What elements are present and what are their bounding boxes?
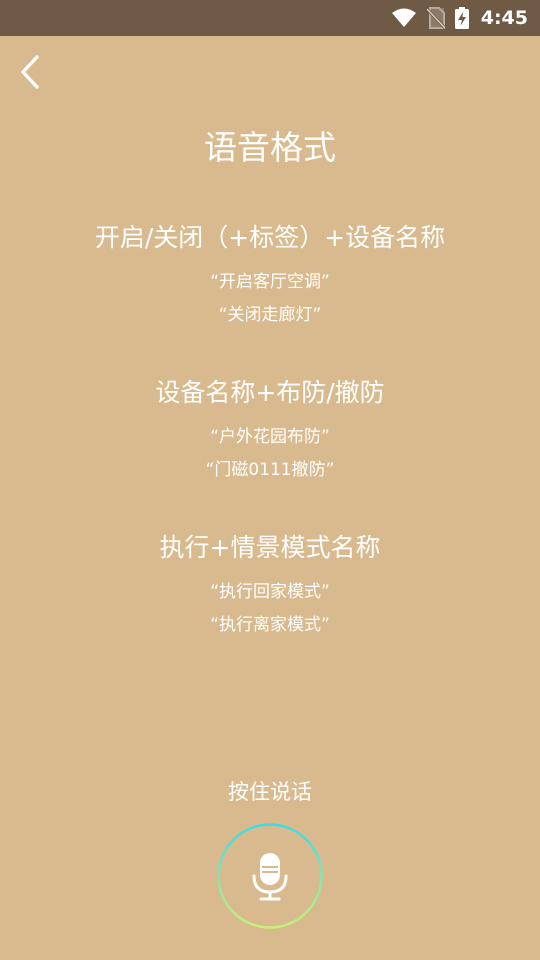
format-example: “执行离家模式”	[210, 615, 330, 635]
no-sim-icon	[426, 7, 445, 29]
status-time: 4:45	[480, 7, 528, 29]
status-bar: 4:45	[0, 0, 540, 36]
chevron-left-icon	[19, 54, 41, 94]
format-heading: 执行+情景模式名称	[159, 533, 381, 562]
back-button[interactable]	[10, 52, 50, 96]
battery-charging-icon	[454, 7, 469, 29]
format-section-scene: 执行+情景模式名称 “执行回家模式” “执行离家模式”	[0, 531, 540, 636]
page-title: 语音格式	[204, 128, 336, 167]
microphone-button[interactable]	[216, 822, 324, 930]
hold-to-talk-label: 按住说话	[228, 780, 312, 804]
format-section-power: 开启/关闭（+标签）+设备名称 “开启客厅空调” “关闭走廊灯”	[0, 221, 540, 326]
format-heading: 开启/关闭（+标签）+设备名称	[94, 223, 446, 252]
format-example: “户外花园布防”	[210, 427, 330, 447]
format-section-arm: 设备名称+布防/撤防 “户外花园布防” “门磁0111撤防”	[0, 376, 540, 481]
format-example: “执行回家模式”	[210, 582, 330, 602]
wifi-icon	[391, 8, 417, 28]
format-example: “门磁0111撤防”	[205, 460, 335, 480]
format-example: “开启客厅空调”	[210, 272, 330, 292]
format-heading: 设备名称+布防/撤防	[155, 378, 385, 407]
format-example: “关闭走廊灯”	[218, 305, 322, 325]
microphone-icon	[252, 853, 288, 901]
